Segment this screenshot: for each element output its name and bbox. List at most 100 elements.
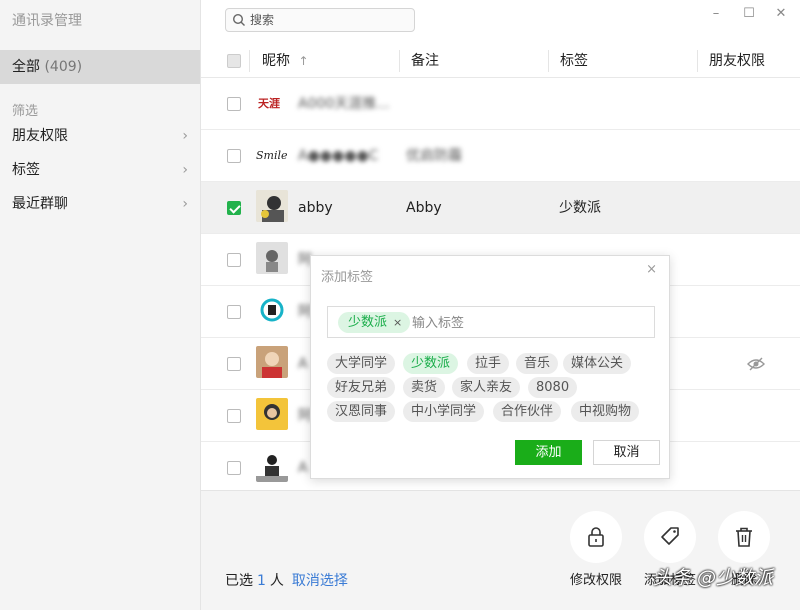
trash-icon [736,527,752,547]
add-tag-dialog: 添加标签 × 少数派× 大学同学 少数派 拉手 音乐 媒体公关 好友兄弟 卖货 … [310,255,670,479]
row-checkbox[interactable] [227,409,241,423]
add-tag-button[interactable] [644,511,696,563]
avatar: Smile [256,138,288,170]
cancel-button[interactable]: 取消 [593,440,660,465]
svg-text:Smile: Smile [256,149,288,162]
tag-icon [661,527,679,545]
contact-name: A [298,460,308,476]
chip-remove-icon[interactable]: × [393,316,402,329]
selected-tag-chip: 少数派 × [338,312,411,333]
row-checkbox[interactable] [227,461,241,475]
tag-option[interactable]: 好友兄弟 [327,377,396,398]
sidebar-item-label: 全部 [12,59,40,75]
selection-suffix: 人 [269,573,284,589]
sidebar-item-all[interactable]: 全部 (409) [0,50,200,84]
tag-option[interactable]: 拉手 [467,353,510,374]
select-all-checkbox[interactable] [227,54,241,68]
contact-remark: 优启防霾 [406,148,462,164]
tag-option[interactable]: 音乐 [516,353,559,374]
row-checkbox[interactable] [227,149,241,163]
header-label: 昵称 [262,53,290,69]
bottom-action-bar: 已选 1 人取消选择 修改权限 添加标签 删除 头条 @少数派 [201,490,800,610]
delete-button[interactable] [718,511,770,563]
avatar [256,398,288,430]
lock-icon [588,527,604,547]
column-header-permission[interactable]: 朋友权限 [709,44,765,78]
row-checkbox[interactable] [227,97,241,111]
column-divider [249,50,250,72]
maximize-button[interactable]: ☐ [739,4,759,24]
column-divider [399,50,400,72]
avatar [256,346,288,378]
row-checkbox[interactable] [227,305,241,319]
row-checkbox[interactable] [227,201,241,215]
selection-count: 1 [257,573,266,589]
edit-permission-button[interactable] [570,511,622,563]
row-checkbox[interactable] [227,253,241,267]
chevron-right-icon: › [182,128,188,144]
column-divider [697,50,698,72]
table-header: 昵称 ↑ 备注 标签 朋友权限 [201,44,800,78]
contact-name: A●●●●●C [298,148,379,164]
tag-option[interactable]: 大学同学 [327,353,396,374]
contact-name: abby [298,200,333,216]
sidebar-item-label: 标签 [12,162,40,178]
chevron-right-icon: › [182,162,188,178]
contact-name: A000天涯推... [298,96,390,112]
avatar: 天涯 [256,86,288,118]
avatar [256,450,288,482]
tag-input-box[interactable]: 少数派 × [327,306,655,338]
selection-prefix: 已选 [225,573,253,589]
dialog-title: 添加标签 [321,270,374,285]
avatar [256,294,288,326]
sidebar-item-label: 朋友权限 [12,128,68,144]
table-row[interactable]: abby Abby 少数派 [201,182,800,234]
chip-label: 少数派 [348,315,388,330]
table-row[interactable]: Smile A●●●●●C 优启防霾 [201,130,800,182]
avatar [256,242,288,274]
close-icon[interactable]: × [646,262,657,277]
search-box[interactable] [225,8,415,32]
app-title: 通讯录管理 [12,13,82,29]
column-header-tags[interactable]: 标签 [560,44,588,78]
add-button[interactable]: 添加 [515,440,582,465]
sidebar-item-tags[interactable]: 标签 › [0,155,200,185]
tag-option[interactable]: 8080 [528,377,578,398]
tag-option[interactable]: 合作伙伴 [493,401,562,422]
tag-option[interactable]: 媒体公关 [563,353,632,374]
tag-option[interactable]: 汉恩同事 [327,401,396,422]
contact-remark: Abby [406,200,442,216]
sort-arrow-icon: ↑ [298,54,309,68]
contact-name: A [298,356,308,372]
sidebar-item-recent-groups[interactable]: 最近群聊 › [0,189,200,219]
selection-info: 已选 1 人取消选择 [225,570,348,590]
tag-input[interactable] [412,313,612,333]
cancel-selection-link[interactable]: 取消选择 [292,573,348,589]
sidebar: 通讯录管理 全部 (409) 筛选 朋友权限 › 标签 › 最近群聊 › [0,0,201,610]
svg-text:天涯: 天涯 [258,96,280,110]
watermark: 头条 @少数派 [653,567,774,589]
tag-option[interactable]: 家人亲友 [452,377,521,398]
sidebar-item-permission[interactable]: 朋友权限 › [0,121,200,151]
close-button[interactable]: ✕ [771,4,791,24]
column-header-name[interactable]: 昵称 ↑ [262,44,309,78]
column-header-remark[interactable]: 备注 [411,44,439,78]
avatar [256,190,288,222]
edit-permission-label: 修改权限 [569,573,622,588]
filter-heading: 筛选 [12,104,39,119]
search-input[interactable] [250,11,410,29]
table-row[interactable]: 天涯 A000天涯推... [201,78,800,130]
column-divider [548,50,549,72]
tag-option[interactable]: 卖货 [403,377,446,398]
minimize-button[interactable]: – [706,4,726,24]
tag-option[interactable]: 少数派 [403,353,459,374]
search-icon [232,13,245,26]
contact-tag: 少数派 [559,200,601,216]
tag-option[interactable]: 中视购物 [571,401,640,422]
eye-hidden-icon [747,357,765,371]
chevron-right-icon: › [182,196,188,212]
contact-count: (409) [44,59,83,75]
tag-option[interactable]: 中小学同学 [403,401,485,422]
sidebar-item-label: 最近群聊 [12,196,68,212]
row-checkbox[interactable] [227,357,241,371]
